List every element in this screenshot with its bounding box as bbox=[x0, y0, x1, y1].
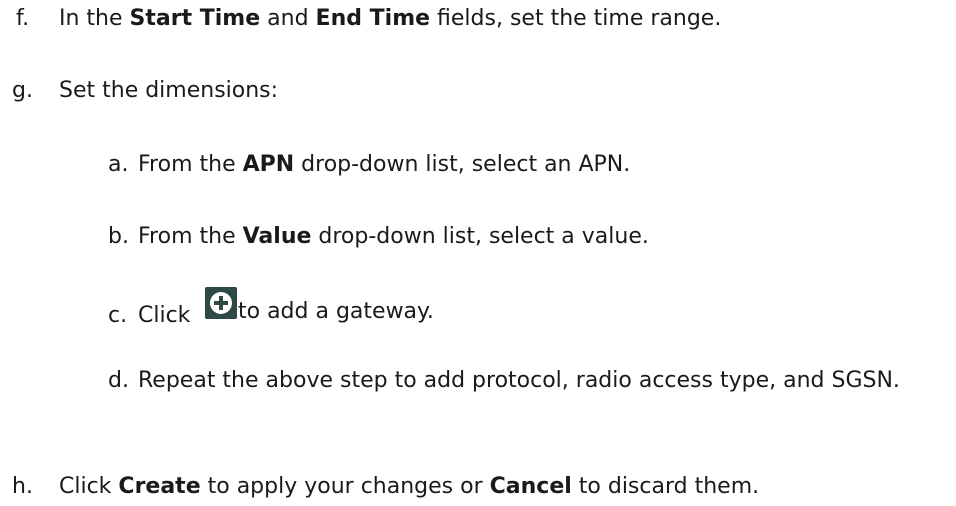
text-run: In the bbox=[59, 6, 130, 31]
add-circle-icon bbox=[205, 287, 237, 319]
text-run: to apply your changes or bbox=[200, 474, 490, 499]
substep-marker: d. bbox=[108, 368, 129, 393]
step-marker: f. bbox=[16, 6, 30, 31]
text-run: From the bbox=[138, 152, 243, 177]
bold-term: Value bbox=[242, 224, 312, 249]
step-f: f. In the Start Time and End Time fields… bbox=[0, 4, 956, 34]
substep-marker: c. bbox=[108, 303, 128, 328]
substep-marker: a. bbox=[108, 152, 129, 177]
substep-text: From the APN drop-down list, select an A… bbox=[138, 150, 630, 180]
text-run: drop-down list, select an APN. bbox=[294, 152, 631, 177]
step-g: g. Set the dimensions: bbox=[0, 76, 956, 106]
substep-text-before-icon: Click bbox=[138, 303, 191, 328]
text-run: From the bbox=[138, 224, 243, 249]
step-marker: g. bbox=[12, 78, 33, 103]
substep-text: Repeat the above step to add protocol, r… bbox=[138, 368, 900, 393]
text-run: and bbox=[260, 6, 316, 31]
substep-a: a. From the APN drop-down list, select a… bbox=[0, 150, 956, 180]
substep-text: From the Value drop-down list, select a … bbox=[138, 222, 649, 252]
bold-term: Create bbox=[118, 474, 201, 499]
bold-term: Cancel bbox=[489, 474, 572, 499]
step-text: In the Start Time and End Time fields, s… bbox=[59, 4, 721, 34]
substep-b: b. From the Value drop-down list, select… bbox=[0, 222, 956, 252]
bold-term: Start Time bbox=[129, 6, 261, 31]
bold-term: End Time bbox=[315, 6, 431, 31]
text-run: fields, set the time range. bbox=[430, 6, 722, 31]
substep-d: d. Repeat the above step to add protocol… bbox=[0, 366, 956, 436]
text-run: drop-down list, select a value. bbox=[311, 224, 649, 249]
step-marker: h. bbox=[12, 474, 33, 499]
text-run: to discard them. bbox=[571, 474, 760, 499]
substep-c: c. Click to add a gateway. bbox=[0, 287, 956, 337]
substep-marker: b. bbox=[108, 224, 129, 249]
step-text: Set the dimensions: bbox=[59, 78, 279, 103]
text-run: Click bbox=[59, 474, 119, 499]
step-text: Click Create to apply your changes or Ca… bbox=[59, 472, 759, 502]
step-h: h. Click Create to apply your changes or… bbox=[0, 472, 956, 502]
bold-term: APN bbox=[242, 152, 295, 177]
substep-text-after-icon: to add a gateway. bbox=[238, 299, 434, 324]
